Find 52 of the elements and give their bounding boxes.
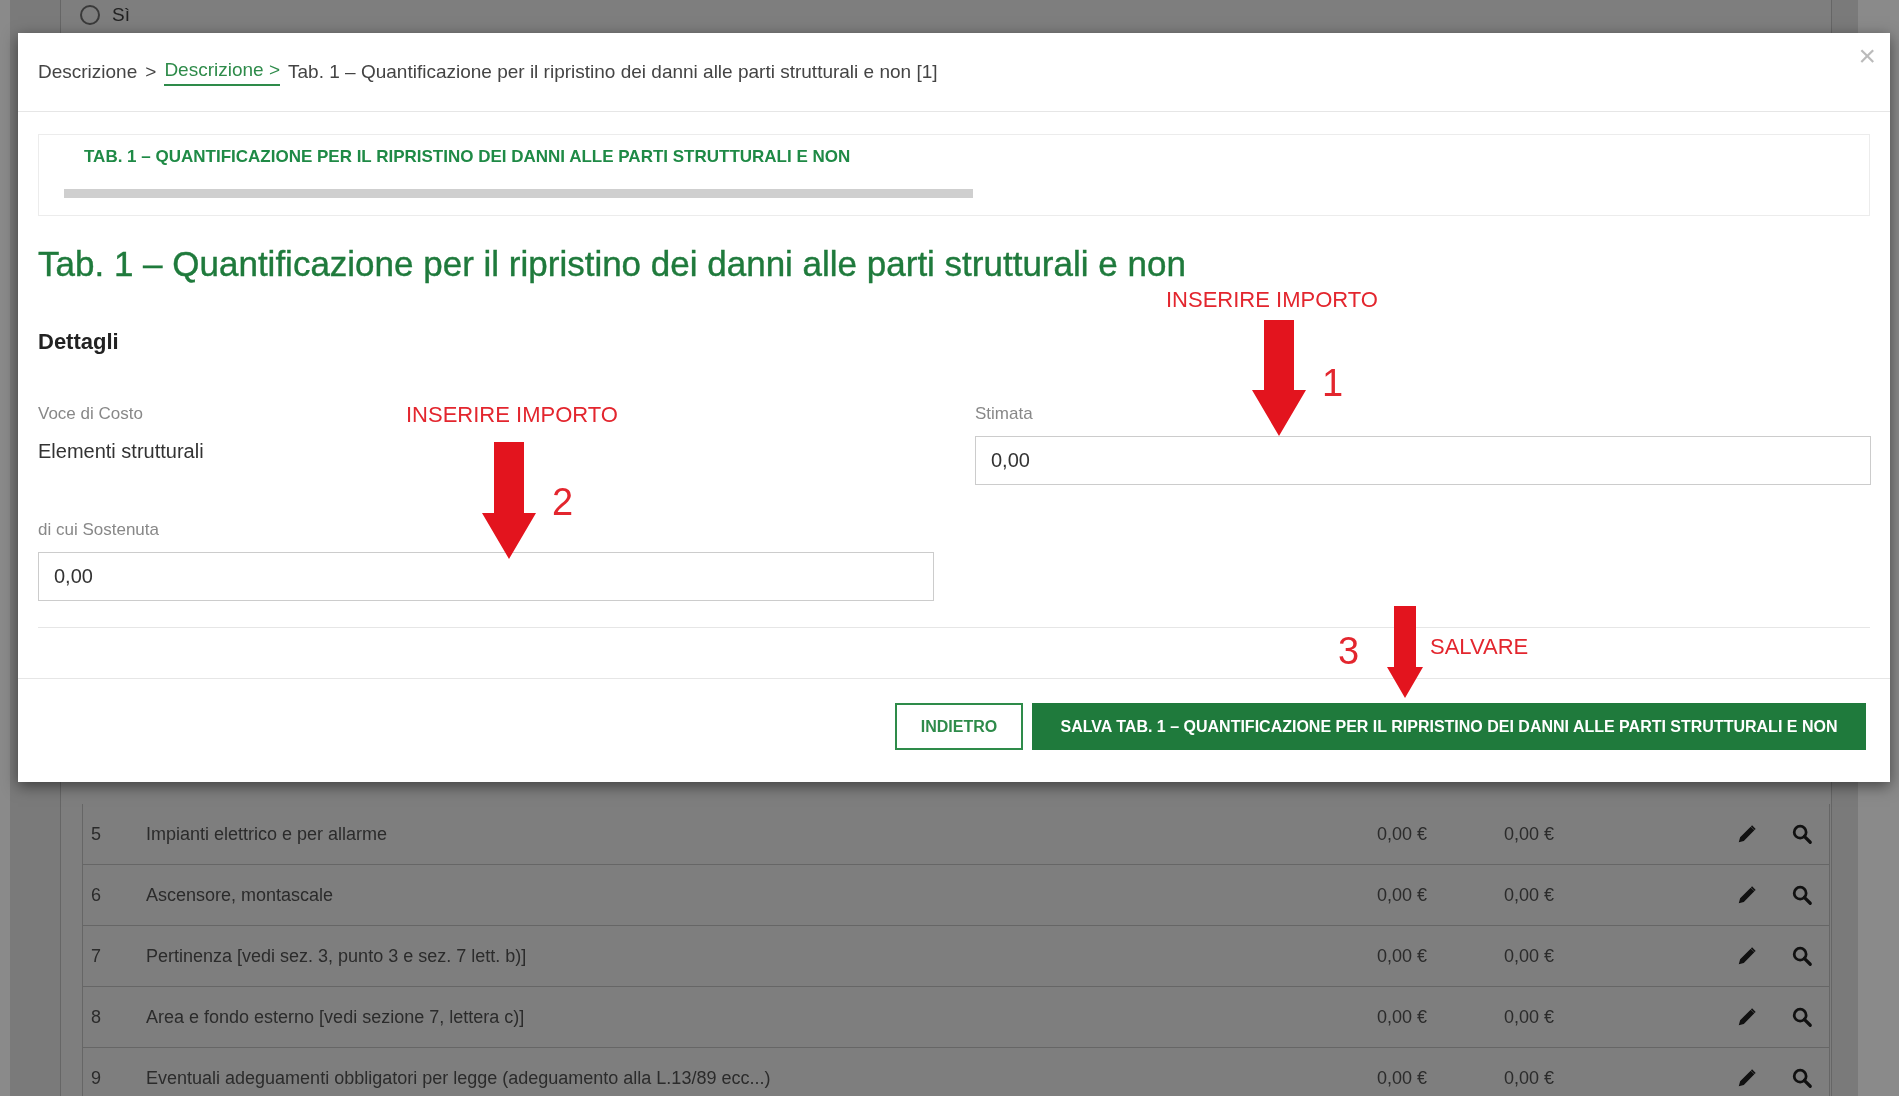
row-number: 7 xyxy=(90,945,102,967)
annotation-number: 1 xyxy=(1322,362,1344,405)
annotation-label: SALVARE xyxy=(1430,634,1529,660)
table-cell-text: 0,00 € xyxy=(1377,884,1429,906)
row-number: 5 xyxy=(90,823,102,845)
annotation-label: INSERIRE IMPORTO xyxy=(1166,287,1378,313)
scrollbar[interactable] xyxy=(64,189,973,198)
row-number: 9 xyxy=(90,1067,102,1089)
table-cell-text: Eventuali adeguamenti obbligatori per legge (adeguamento alla L.13/89 ecc...) xyxy=(146,1067,772,1089)
save-button[interactable]: SALVA TAB. 1 – QUANTIFICAZIONE PER IL RIPRISTINO DEI DANNI ALLE PARTI STRUTTURALI E NON xyxy=(1032,703,1866,750)
row-number: 6 xyxy=(90,884,102,906)
breadcrumb-item: Tab. 1 – Quantificazione per il ripristino dei danni alle parti strutturali e non [1] xyxy=(288,61,938,83)
radio-button[interactable] xyxy=(80,5,100,25)
table-cell-text: 0,00 € xyxy=(1504,1067,1556,1089)
table-cell-text: Pertinenza [vedi sez. 3, punto 3 e sez. 7 lett. b)] xyxy=(146,945,528,967)
table-cell-text: 0,00 € xyxy=(1377,1067,1429,1089)
table-cell-text: 0,00 € xyxy=(1504,823,1556,845)
annotation-number: 3 xyxy=(1338,630,1360,673)
search-icon[interactable] xyxy=(1790,884,1813,906)
table-cell-text: 0,00 € xyxy=(1377,1006,1429,1028)
search-icon[interactable] xyxy=(1790,1067,1813,1089)
table-cell-text: 0,00 € xyxy=(1377,823,1429,845)
radio-label: Sì xyxy=(112,4,130,26)
field-label: Voce di Costo xyxy=(38,404,143,424)
table-cell-text: 0,00 € xyxy=(1377,945,1429,967)
dialog-heading: Tab. 1 – Quantificazione per il ripristino dei danni alle parti strutturali e non xyxy=(38,244,1187,284)
arrow-icon xyxy=(1387,606,1423,698)
breadcrumb-separator: > xyxy=(145,61,157,83)
arrow-icon xyxy=(1252,320,1306,436)
search-icon[interactable] xyxy=(1790,1006,1813,1028)
table-cell-text: Ascensore, montascale xyxy=(146,884,335,906)
table-cell-text: 0,00 € xyxy=(1504,945,1556,967)
arrow-icon xyxy=(482,442,536,559)
section-title: Dettagli xyxy=(38,329,120,355)
input-field[interactable]: 0,00 xyxy=(38,552,934,601)
search-icon[interactable] xyxy=(1790,945,1813,967)
table-cell-text: Area e fondo esterno [vedi sezione 7, lettera c)] xyxy=(146,1006,526,1028)
annotation-number: 2 xyxy=(552,481,574,524)
annotation-label: INSERIRE IMPORTO xyxy=(406,402,618,428)
field-label: Stimata xyxy=(975,404,1033,424)
input-field[interactable]: 0,00 xyxy=(975,436,1871,485)
field-value: Elementi strutturali xyxy=(38,440,205,463)
row-number: 8 xyxy=(90,1006,102,1028)
breadcrumb-link[interactable]: Descrizione > xyxy=(164,58,280,86)
breadcrumb-item: Descrizione xyxy=(38,61,138,83)
back-button[interactable]: INDIETRO xyxy=(895,703,1023,750)
table-cell-text: 0,00 € xyxy=(1504,1006,1556,1028)
field-label: di cui Sostenuta xyxy=(38,520,159,540)
table-cell-text: Impianti elettrico e per allarme xyxy=(146,823,389,845)
table-cell-text: 0,00 € xyxy=(1504,884,1556,906)
tab[interactable]: TAB. 1 – QUANTIFICAZIONE PER IL RIPRISTINO DEI DANNI ALLE PARTI STRUTTURALI E NON xyxy=(64,147,871,167)
search-icon[interactable] xyxy=(1790,823,1813,845)
